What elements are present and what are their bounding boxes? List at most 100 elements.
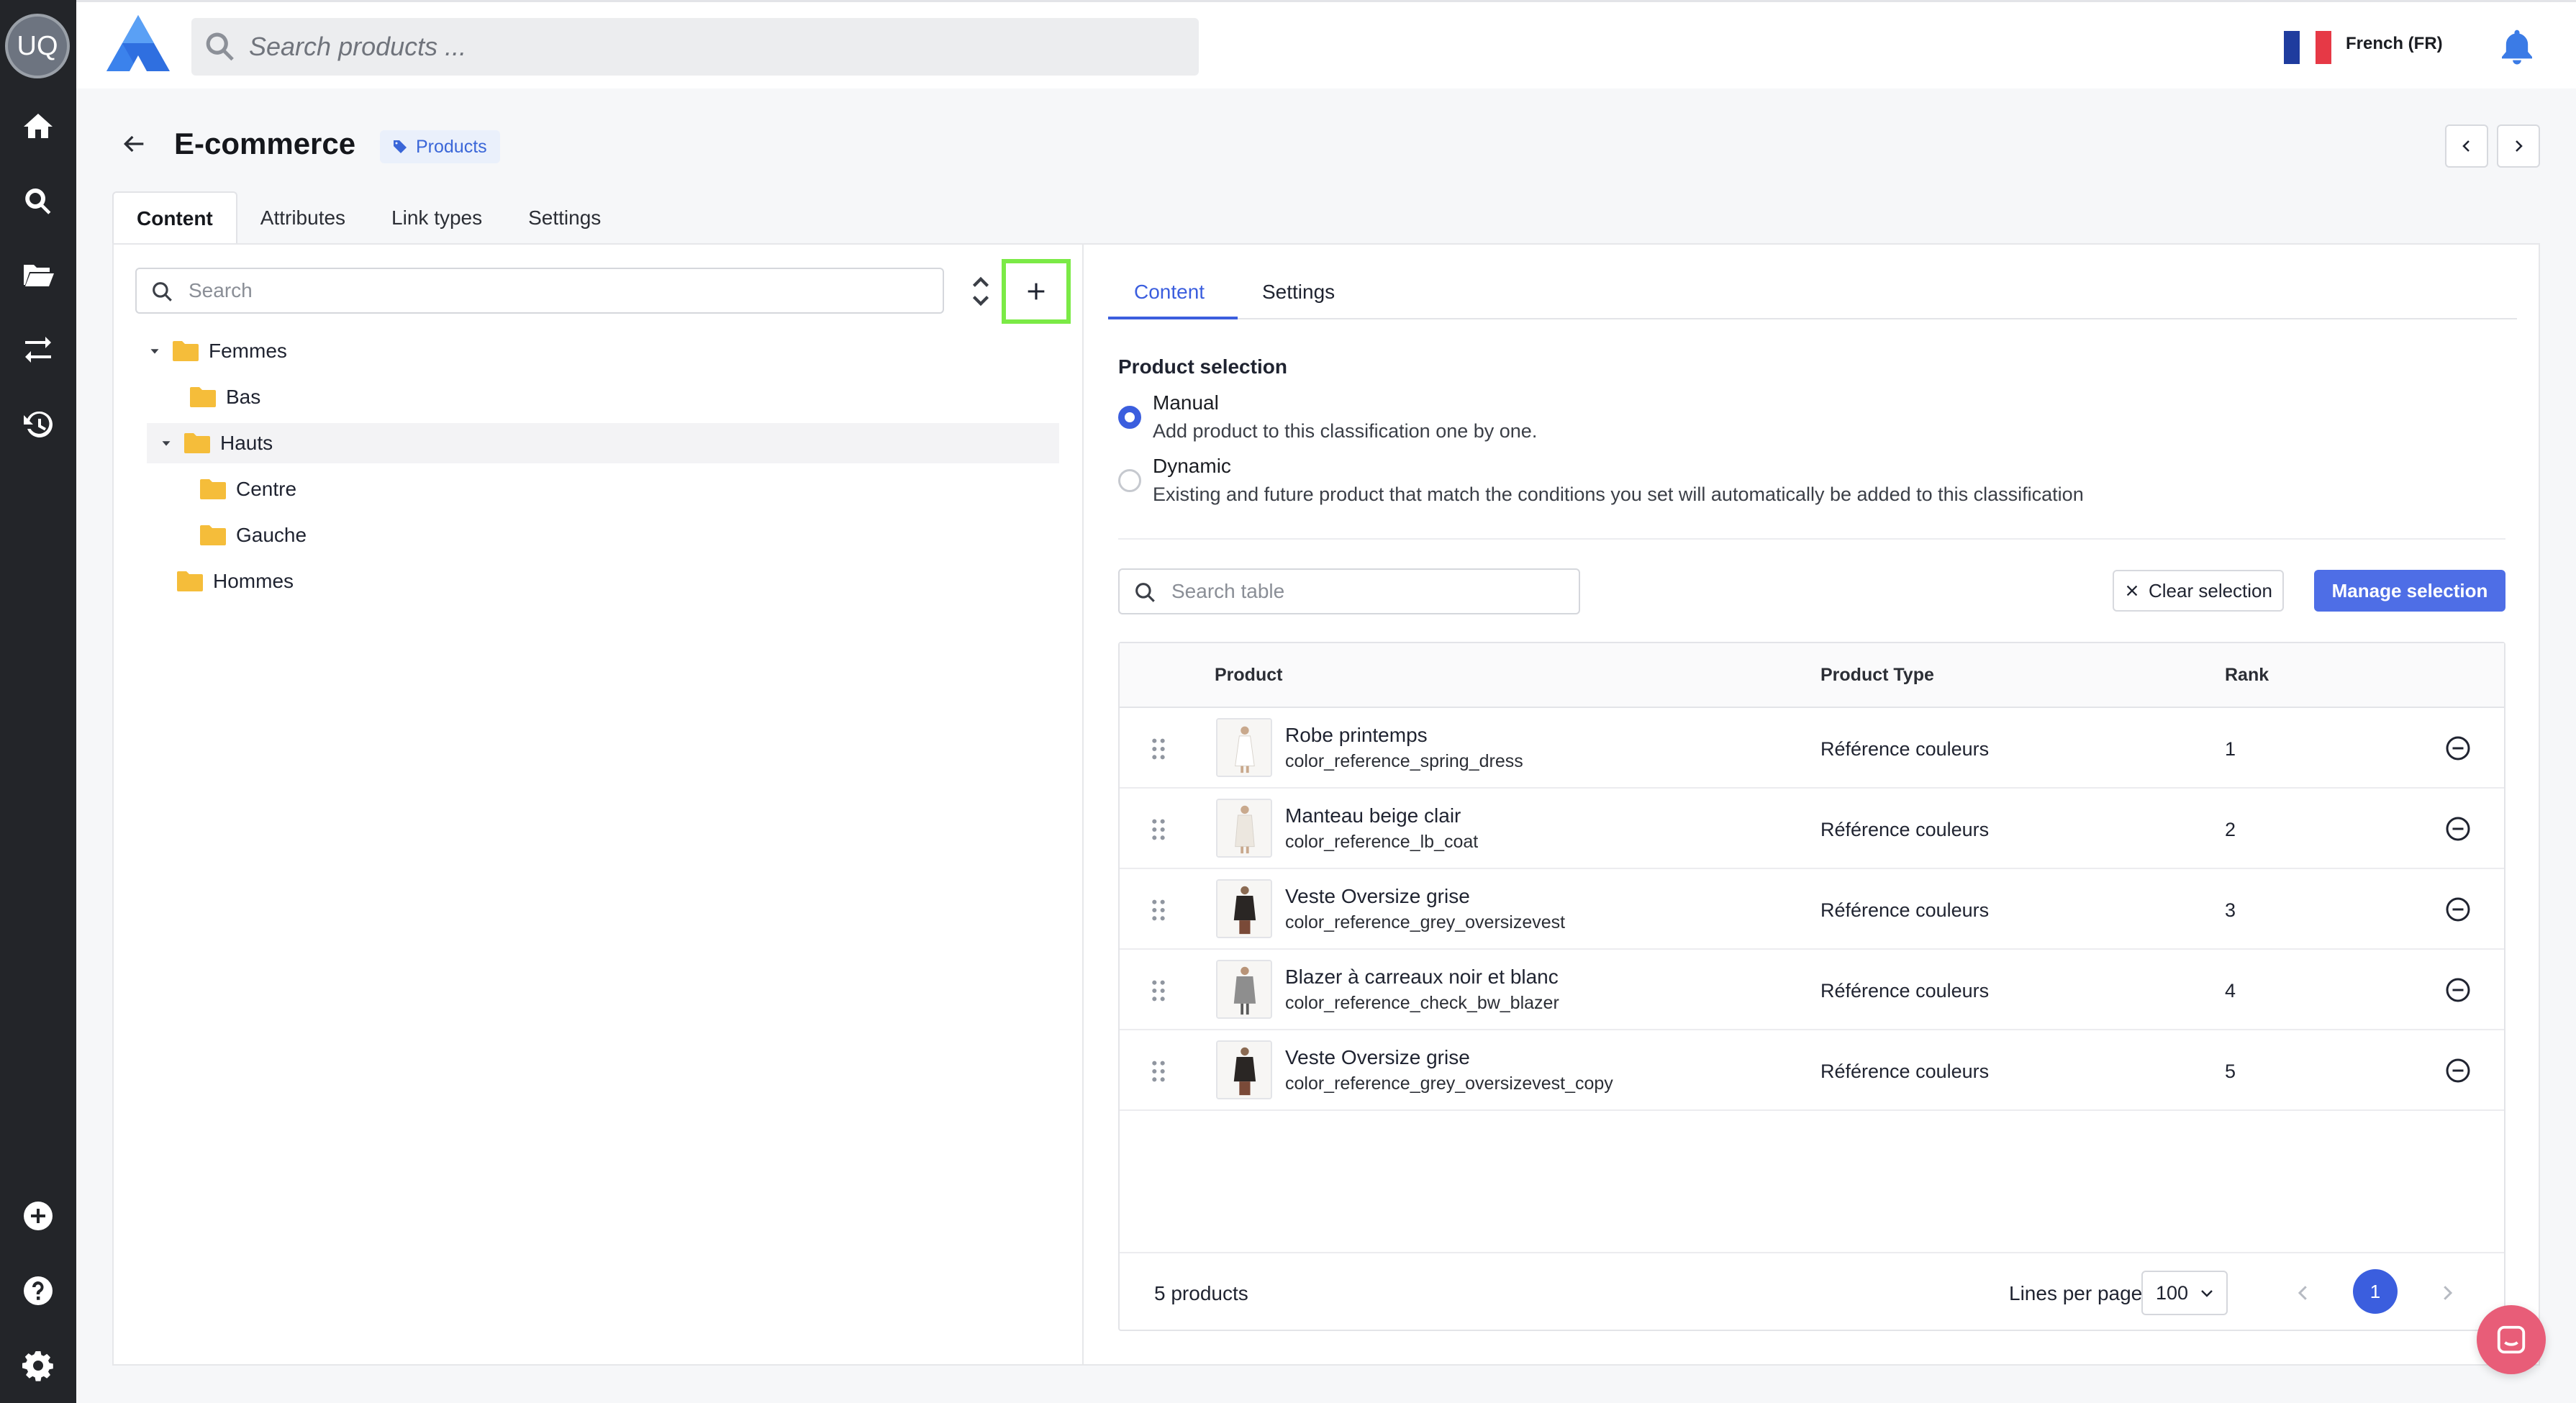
remove-circle-icon[interactable] — [2445, 1058, 2471, 1084]
home-icon[interactable] — [18, 106, 58, 147]
sort-toggle-icon[interactable] — [964, 273, 997, 309]
tree-node-hommes[interactable]: Hommes — [177, 561, 294, 601]
folder-icon — [190, 387, 216, 407]
tree-node-label: Gauche — [236, 524, 307, 546]
table-row[interactable]: Blazer à carreaux noir et blanc color_re… — [1120, 950, 2504, 1030]
help-icon[interactable] — [18, 1271, 58, 1311]
table-row[interactable]: Veste Oversize grise color_reference_gre… — [1120, 869, 2504, 950]
drag-handle-icon[interactable] — [1150, 817, 1167, 842]
tree-node-centre[interactable]: Centre — [200, 469, 296, 509]
tree-node-hauts[interactable]: Hauts — [147, 423, 1059, 463]
previous-button[interactable] — [2445, 124, 2488, 168]
products-table: Product Product Type Rank Robe printemps… — [1118, 642, 2505, 1331]
product-rank: 1 — [2225, 738, 2236, 760]
remove-circle-icon[interactable] — [2445, 735, 2471, 761]
table-row[interactable]: Robe printemps color_reference_spring_dr… — [1120, 708, 2504, 789]
dynamic-description: Existing and future product that match t… — [1153, 483, 2084, 505]
tab-attributes[interactable]: Attributes — [237, 191, 368, 245]
language-selector[interactable]: French (FR) — [2346, 34, 2443, 54]
tree-search-input[interactable]: Search — [135, 268, 944, 314]
next-button[interactable] — [2497, 124, 2540, 168]
remove-circle-icon[interactable] — [2445, 896, 2471, 922]
gear-icon[interactable] — [18, 1345, 58, 1386]
folder-icon — [184, 433, 210, 453]
right-tab-settings[interactable]: Settings — [1262, 281, 1335, 304]
product-thumbnail — [1216, 1040, 1272, 1099]
caret-down-icon[interactable] — [147, 343, 163, 359]
history-icon[interactable] — [18, 404, 58, 445]
column-product[interactable]: Product — [1215, 665, 1282, 686]
bell-icon[interactable] — [2497, 27, 2537, 67]
france-flag-icon[interactable] — [2284, 31, 2331, 64]
dynamic-radio[interactable] — [1118, 469, 1141, 492]
avatar[interactable]: UQ — [5, 14, 70, 78]
right-tab-content[interactable]: Content — [1134, 281, 1205, 304]
tree-node-femmes[interactable]: Femmes — [147, 331, 287, 371]
remove-circle-icon[interactable] — [2445, 816, 2471, 842]
tab-link-types[interactable]: Link types — [368, 191, 505, 245]
chat-launcher-button[interactable] — [2477, 1305, 2546, 1374]
global-search-input[interactable]: Search products ... — [191, 18, 1199, 76]
tree-node-label: Femmes — [209, 340, 287, 362]
table-row[interactable]: Manteau beige clair color_reference_lb_c… — [1120, 789, 2504, 869]
catalog-type-badge[interactable]: Products — [380, 130, 500, 163]
column-rank[interactable]: Rank — [2225, 665, 2269, 686]
chevron-left-icon — [2462, 140, 2470, 152]
product-rank: 3 — [2225, 899, 2236, 921]
tree-node-label: Hauts — [220, 432, 273, 454]
global-search-placeholder: Search products ... — [249, 32, 467, 61]
add-circle-icon[interactable] — [18, 1196, 58, 1236]
close-icon — [2126, 585, 2138, 596]
product-name[interactable]: Manteau beige clair — [1285, 804, 1461, 827]
product-type: Référence couleurs — [1820, 899, 1990, 921]
product-rank: 2 — [2225, 819, 2236, 840]
product-name[interactable]: Veste Oversize grise — [1285, 1046, 1470, 1069]
back-arrow-icon[interactable] — [119, 130, 148, 158]
drag-handle-icon[interactable] — [1150, 898, 1167, 922]
manual-radio[interactable] — [1118, 406, 1141, 429]
caret-down-icon[interactable] — [158, 435, 174, 451]
section-divider — [1118, 538, 2505, 540]
remove-circle-icon[interactable] — [2445, 977, 2471, 1003]
product-rank: 5 — [2225, 1061, 2236, 1082]
product-name[interactable]: Veste Oversize grise — [1285, 885, 1470, 908]
tab-content[interactable]: Content — [112, 191, 237, 245]
table-row[interactable]: Veste Oversize grise color_reference_gre… — [1120, 1030, 2504, 1111]
chevron-left-icon[interactable] — [2292, 1282, 2314, 1304]
current-page-button[interactable]: 1 — [2353, 1269, 2398, 1314]
product-code: color_reference_spring_dress — [1285, 751, 1523, 771]
catalog-type-label: Products — [416, 136, 487, 157]
active-tab-indicator — [1108, 317, 1238, 319]
drag-handle-icon[interactable] — [1150, 1059, 1167, 1084]
product-name[interactable]: Blazer à carreaux noir et blanc — [1285, 966, 1559, 989]
panel-divider — [1082, 243, 1084, 1366]
transfer-icon[interactable] — [18, 330, 58, 370]
chat-icon — [2497, 1325, 2526, 1354]
table-search-input[interactable]: Search table — [1118, 568, 1580, 614]
tab-settings[interactable]: Settings — [505, 191, 624, 245]
table-header: Product Product Type Rank — [1120, 643, 2504, 708]
table-search-placeholder: Search table — [1171, 580, 1285, 602]
lines-per-page-value: 100 — [2156, 1281, 2189, 1304]
product-thumbnail — [1216, 960, 1272, 1019]
folder-icon — [177, 571, 203, 591]
brand-logo-icon[interactable] — [104, 12, 173, 74]
clear-selection-button[interactable]: Clear selection — [2113, 570, 2284, 612]
product-rank: 4 — [2225, 980, 2236, 1002]
column-product-type[interactable]: Product Type — [1820, 665, 1934, 686]
tree-node-label: Bas — [226, 386, 261, 408]
add-folder-button[interactable] — [1002, 259, 1071, 324]
drag-handle-icon[interactable] — [1150, 979, 1167, 1003]
tree-node-gauche[interactable]: Gauche — [200, 515, 307, 555]
folder-icon — [200, 525, 226, 545]
product-name[interactable]: Robe printemps — [1285, 724, 1428, 747]
tree-node-bas[interactable]: Bas — [190, 377, 260, 417]
search-icon[interactable] — [18, 181, 58, 222]
folder-open-icon[interactable] — [18, 255, 58, 295]
manual-description: Add product to this classification one b… — [1153, 420, 1538, 442]
manage-selection-button[interactable]: Manage selection — [2314, 570, 2505, 612]
search-icon — [153, 282, 172, 301]
lines-per-page-select[interactable]: 100 — [2141, 1271, 2228, 1315]
drag-handle-icon[interactable] — [1150, 737, 1167, 761]
chevron-right-icon[interactable] — [2436, 1282, 2458, 1304]
